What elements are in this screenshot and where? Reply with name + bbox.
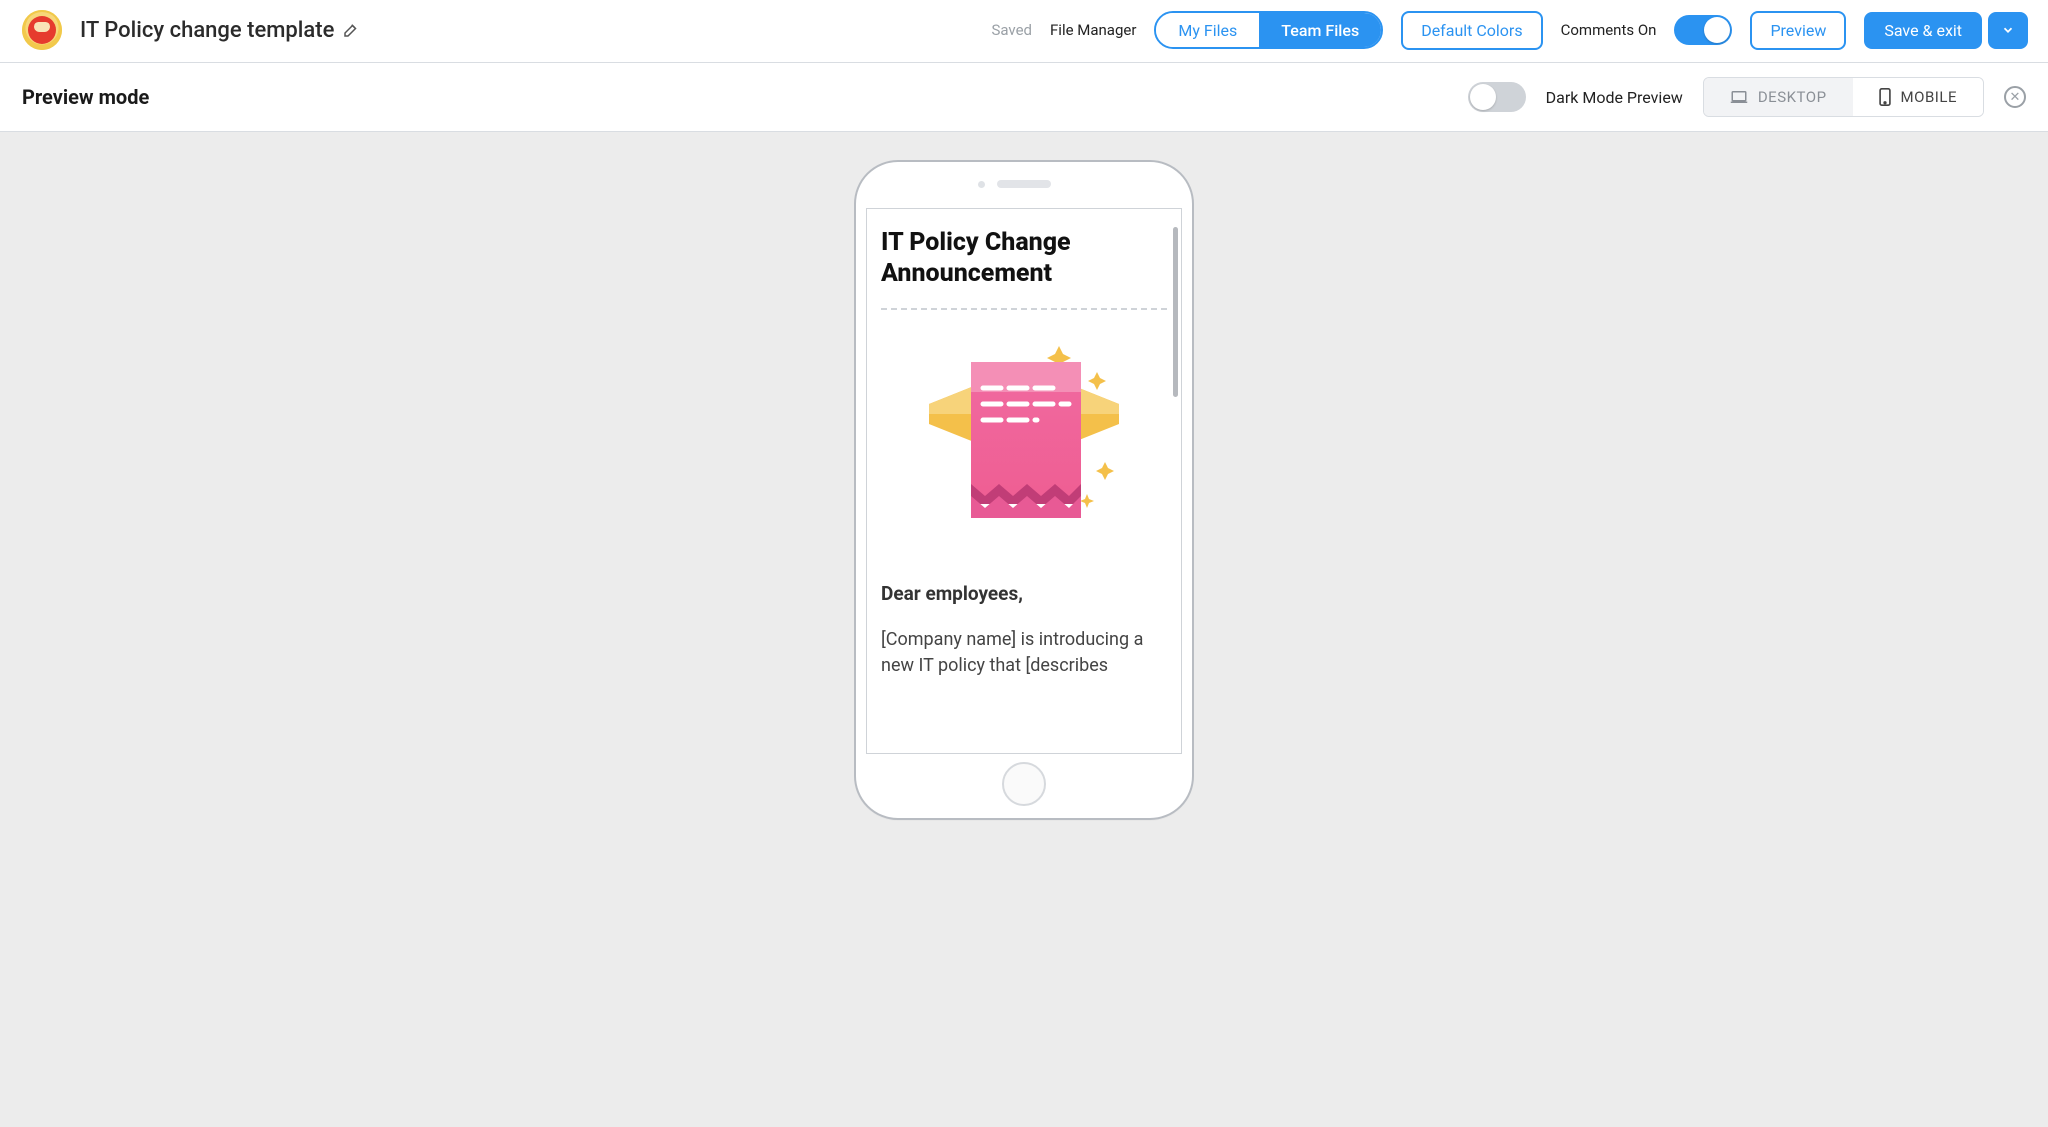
email-divider [881,308,1167,310]
device-mobile-button[interactable]: MOBILE [1853,78,1983,116]
device-desktop-label: DESKTOP [1758,88,1827,106]
phone-screen: IT Policy Change Announcement [866,208,1182,754]
device-desktop-button[interactable]: DESKTOP [1704,78,1853,116]
phone-camera-dot [978,181,985,188]
dark-mode-toggle[interactable] [1468,82,1526,112]
top-toolbar: IT Policy change template Saved File Man… [0,0,2048,63]
preview-bar: Preview mode Dark Mode Preview DESKTOP M… [0,63,2048,132]
chevron-down-icon [2001,23,2015,37]
comments-toggle[interactable] [1674,15,1732,45]
file-manager-link[interactable]: File Manager [1050,21,1136,39]
files-segmented: My Files Team Files [1154,11,1383,49]
device-mobile-label: MOBILE [1901,88,1957,106]
default-colors-button[interactable]: Default Colors [1401,11,1542,50]
tab-team-files[interactable]: Team Files [1259,13,1381,47]
device-segmented: DESKTOP MOBILE [1703,77,1984,117]
doc-title-wrap[interactable]: IT Policy change template [80,18,360,43]
preview-button[interactable]: Preview [1750,11,1846,50]
comments-label: Comments On [1561,21,1657,39]
phone-speaker [997,180,1051,188]
tab-my-files[interactable]: My Files [1156,13,1259,47]
announcement-illustration-icon [909,334,1139,534]
mobile-icon [1879,88,1891,106]
close-preview-button[interactable]: ✕ [2004,86,2026,108]
doc-title: IT Policy change template [80,18,334,43]
preview-canvas: IT Policy Change Announcement [0,132,2048,1127]
preview-mode-title: Preview mode [22,85,149,109]
close-icon: ✕ [2010,91,2021,104]
email-greeting: Dear employees, [881,582,1167,605]
save-exit-split: Save & exit [1864,12,2028,49]
email-body-line: [Company name] is introducing a new IT p… [881,627,1167,679]
save-exit-button[interactable]: Save & exit [1864,12,1982,49]
app-logo [22,10,62,50]
phone-home-button [1002,762,1046,806]
dark-mode-label: Dark Mode Preview [1546,88,1683,107]
saved-status: Saved [991,21,1032,39]
save-exit-dropdown[interactable] [1988,12,2028,49]
phone-frame: IT Policy Change Announcement [854,160,1194,820]
email-content[interactable]: IT Policy Change Announcement [867,209,1181,753]
desktop-icon [1730,90,1748,104]
email-title: IT Policy Change Announcement [881,227,1167,290]
edit-title-icon[interactable] [342,21,360,39]
